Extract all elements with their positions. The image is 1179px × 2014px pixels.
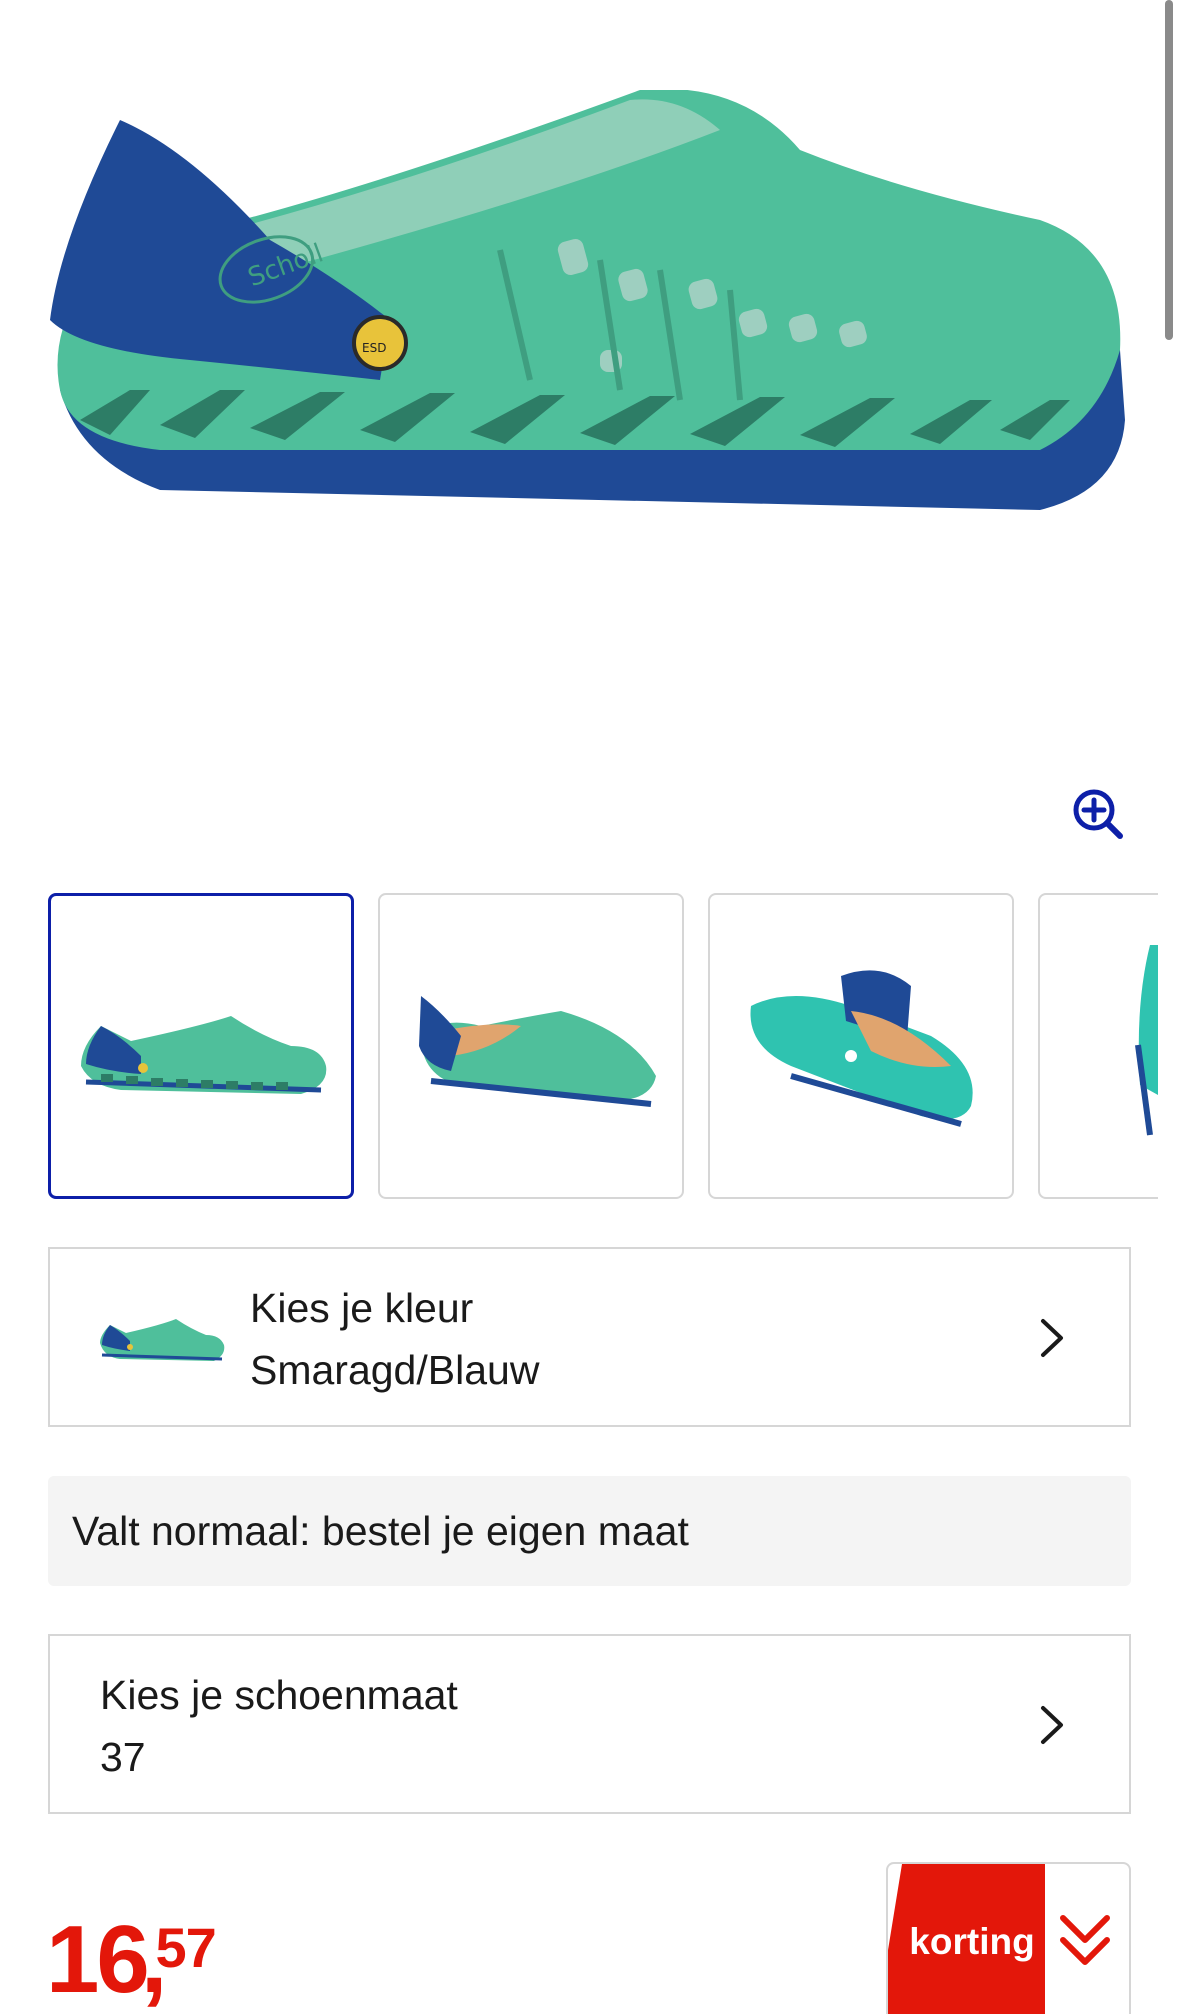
chevron-right-icon [1041, 1706, 1063, 1744]
chevron-right-icon [1041, 1319, 1063, 1357]
zoom-button[interactable] [1068, 784, 1128, 844]
size-selector-label: Kies je schoenmaat [100, 1672, 458, 1718]
thumbnail-4[interactable] [1038, 893, 1158, 1199]
color-selector[interactable]: Kies je kleur Smaragd/Blauw [48, 1247, 1131, 1427]
size-selector[interactable]: Kies je schoenmaat 37 [48, 1634, 1131, 1814]
price-cents: 57 [155, 1916, 216, 1979]
fit-note: Valt normaal: bestel je eigen maat [48, 1476, 1131, 1586]
thumbnail-strip[interactable] [48, 893, 1158, 1199]
product-main-image[interactable]: ESD Scholl [0, 0, 1179, 760]
size-selector-text: Kies je schoenmaat 37 [100, 1664, 458, 1788]
thumbnail-3[interactable] [708, 893, 1014, 1199]
price: 16,57 [46, 1912, 217, 2008]
size-selector-value: 37 [100, 1734, 146, 1780]
color-selector-value: Smaragd/Blauw [250, 1347, 540, 1393]
shoe-rear-angle-icon [750, 970, 973, 1127]
shoe-partial-icon [1135, 945, 1158, 1136]
shoe-image: ESD Scholl [50, 90, 1125, 510]
svg-text:ESD: ESD [362, 341, 386, 355]
price-whole: 16 [46, 1906, 150, 2013]
zoom-in-icon [1073, 789, 1123, 839]
fit-note-text: Valt normaal: bestel je eigen maat [72, 1508, 689, 1554]
thumbnail-2[interactable] [378, 893, 684, 1199]
shoe-front-angle-icon [419, 996, 656, 1107]
color-swatch-shoe-icon [100, 1319, 225, 1361]
shoe-side-view-icon [81, 1016, 327, 1094]
color-selector-text: Kies je kleur Smaragd/Blauw [250, 1277, 539, 1401]
color-selector-label: Kies je kleur [250, 1285, 474, 1331]
discount-label: korting [909, 1921, 1035, 1962]
thumbnail-1[interactable] [48, 893, 354, 1199]
discount-badge-area[interactable]: korting [886, 1862, 1131, 2014]
double-chevron-down-icon[interactable] [1055, 1908, 1115, 1974]
